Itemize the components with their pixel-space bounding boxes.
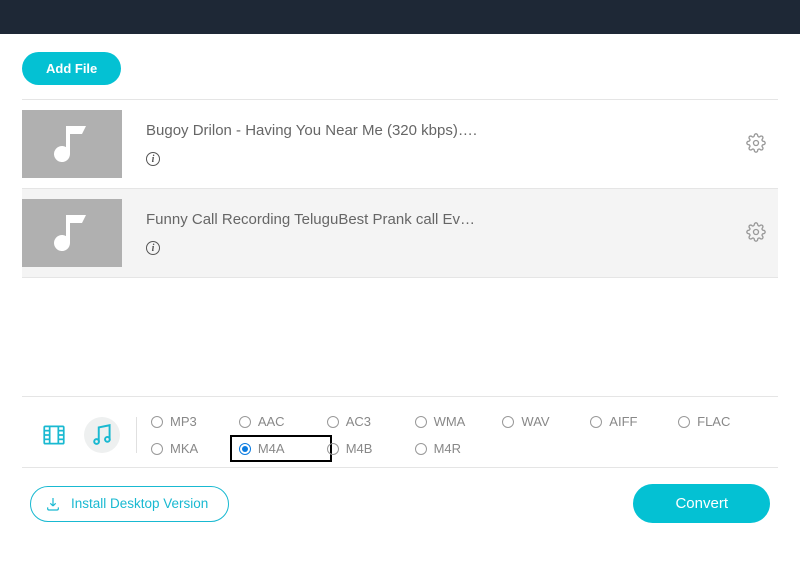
radio-icon — [415, 416, 427, 428]
info-icon[interactable]: i — [146, 241, 160, 255]
format-label: M4A — [258, 441, 285, 456]
format-option-wav[interactable]: WAV — [500, 411, 588, 432]
output-format-section: MP3 AAC AC3 WMA WAV AIFF FLAC MKA M4A M4… — [22, 396, 778, 468]
video-type-tab[interactable] — [36, 417, 72, 453]
info-icon[interactable]: i — [146, 152, 160, 166]
toolbar: Add File — [8, 34, 792, 99]
media-type-switch — [36, 417, 137, 453]
format-label: AAC — [258, 414, 285, 429]
radio-icon — [151, 443, 163, 455]
film-icon — [41, 422, 67, 448]
radio-icon — [590, 416, 602, 428]
window-titlebar — [0, 0, 800, 34]
format-option-wma[interactable]: WMA — [413, 411, 501, 432]
radio-icon — [239, 443, 251, 455]
radio-icon — [502, 416, 514, 428]
radio-icon — [239, 416, 251, 428]
music-note-icon — [48, 209, 96, 257]
radio-icon — [415, 443, 427, 455]
file-title: Bugoy Drilon - Having You Near Me (320 k… — [146, 122, 746, 139]
format-option-m4a[interactable]: M4A — [231, 436, 331, 461]
format-option-mka[interactable]: MKA — [149, 438, 237, 459]
format-label: AC3 — [346, 414, 371, 429]
format-label: WMA — [434, 414, 466, 429]
format-option-aiff[interactable]: AIFF — [588, 411, 676, 432]
add-file-button[interactable]: Add File — [22, 52, 121, 85]
music-note-icon — [48, 120, 96, 168]
format-option-flac[interactable]: FLAC — [676, 411, 764, 432]
format-label: M4R — [434, 441, 461, 456]
audio-thumbnail — [22, 110, 122, 178]
format-option-aac[interactable]: AAC — [237, 411, 325, 432]
download-icon — [45, 496, 61, 512]
settings-button[interactable] — [746, 133, 766, 156]
footer: Install Desktop Version Convert — [8, 468, 792, 537]
install-label: Install Desktop Version — [71, 496, 208, 511]
format-label: AIFF — [609, 414, 637, 429]
radio-icon — [678, 416, 690, 428]
music-icon — [89, 422, 115, 448]
settings-button[interactable] — [746, 222, 766, 245]
format-label: MP3 — [170, 414, 197, 429]
radio-icon — [327, 416, 339, 428]
convert-button[interactable]: Convert — [633, 484, 770, 523]
gear-icon — [746, 222, 766, 242]
format-label: MKA — [170, 441, 198, 456]
format-option-mp3[interactable]: MP3 — [149, 411, 237, 432]
file-title: Funny Call Recording TeluguBest Prank ca… — [146, 211, 746, 228]
format-label: WAV — [521, 414, 549, 429]
audio-type-tab[interactable] — [84, 417, 120, 453]
format-option-m4b[interactable]: M4B — [325, 438, 413, 459]
radio-icon — [151, 416, 163, 428]
file-list: Bugoy Drilon - Having You Near Me (320 k… — [22, 99, 778, 278]
format-option-ac3[interactable]: AC3 — [325, 411, 413, 432]
file-row[interactable]: Bugoy Drilon - Having You Near Me (320 k… — [22, 100, 778, 189]
format-label: M4B — [346, 441, 373, 456]
radio-icon — [327, 443, 339, 455]
audio-thumbnail — [22, 199, 122, 267]
format-options: MP3 AAC AC3 WMA WAV AIFF FLAC MKA M4A M4… — [149, 411, 764, 459]
install-desktop-button[interactable]: Install Desktop Version — [30, 486, 229, 522]
file-row[interactable]: Funny Call Recording TeluguBest Prank ca… — [22, 189, 778, 278]
gear-icon — [746, 133, 766, 153]
format-label: FLAC — [697, 414, 730, 429]
format-option-m4r[interactable]: M4R — [413, 438, 501, 459]
